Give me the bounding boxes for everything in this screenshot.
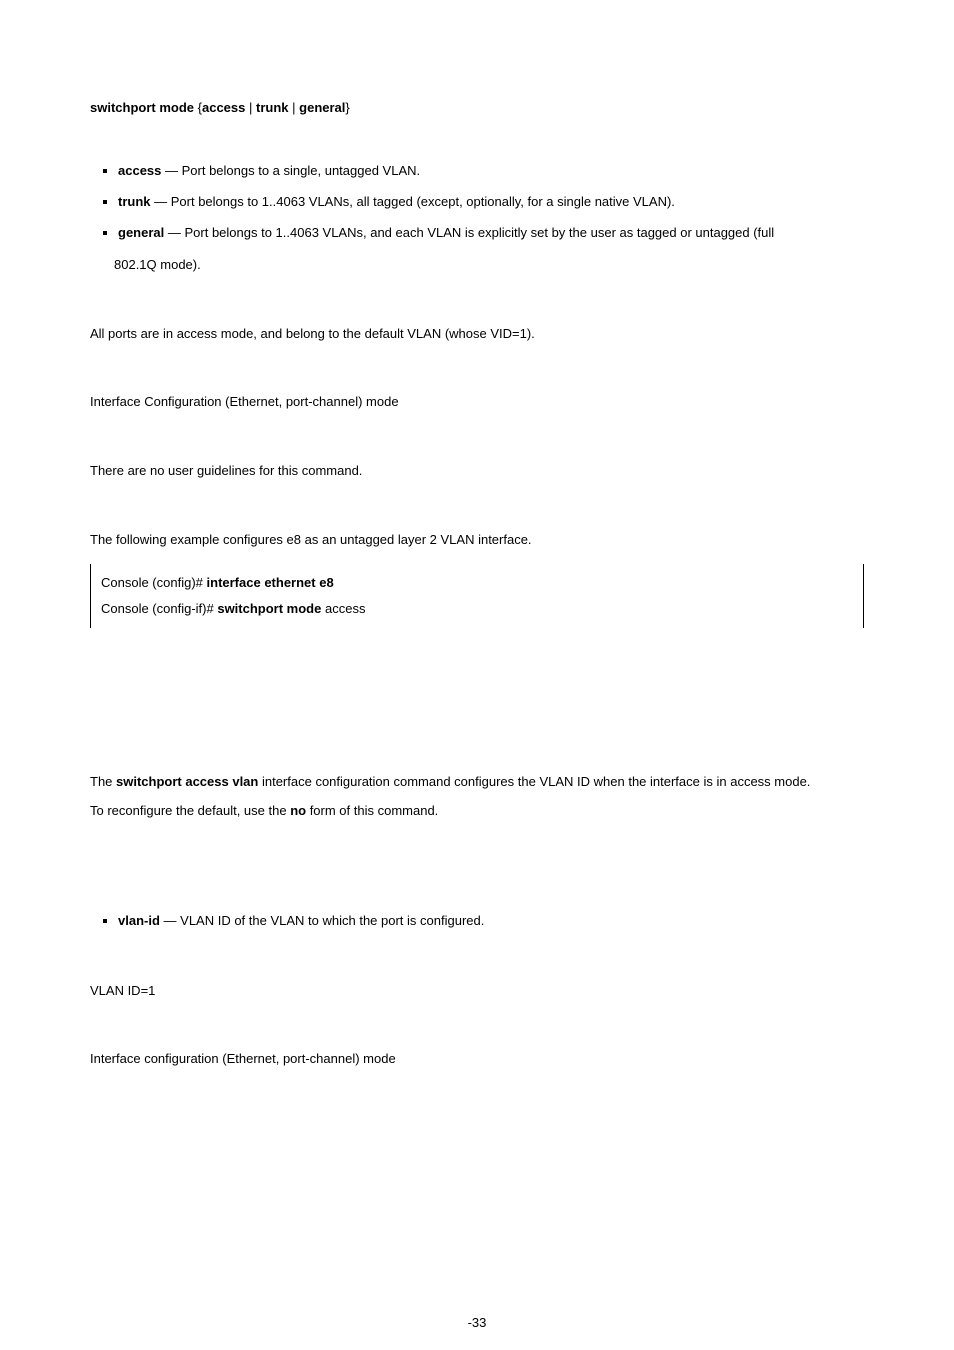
p1b: switchport access vlan	[116, 774, 258, 789]
bullet-desc: — VLAN ID of the VLAN to which the port …	[164, 913, 485, 928]
code-prompt: Console (config-if)#	[101, 601, 214, 616]
list-item: vlan-id — VLAN ID of the VLAN to which t…	[118, 905, 864, 936]
vlan-bullet-list: vlan-id — VLAN ID of the VLAN to which t…	[90, 905, 864, 936]
list-item: access — Port belongs to a single, untag…	[118, 155, 864, 186]
bullet-name: general	[118, 225, 164, 240]
bullet-name: vlan-id	[118, 913, 160, 928]
code-arg: access	[325, 601, 365, 616]
syntax-opt-access: access	[202, 100, 245, 115]
bullet-name: trunk	[118, 194, 151, 209]
section-2-paragraph: The switchport access vlan interface con…	[90, 768, 864, 825]
p1c: interface configuration command configur…	[258, 774, 810, 789]
p2c: form of this command.	[306, 803, 438, 818]
bullet-name: access	[118, 163, 161, 178]
default-config-2: VLAN ID=1	[90, 977, 864, 1006]
mode-bullet-list: access — Port belongs to a single, untag…	[90, 155, 864, 280]
syntax-opt-trunk: trunk	[256, 100, 289, 115]
code-cmd: switchport mode	[217, 601, 321, 616]
bullet-desc: — Port belongs to 1..4063 VLANs, and eac…	[168, 225, 774, 240]
code-example-1: Console (config)# interface ethernet e8 …	[90, 564, 864, 628]
syntax-pipe: |	[249, 100, 252, 115]
code-line: Console (config)# interface ethernet e8	[101, 570, 853, 596]
command-mode-2: Interface configuration (Ethernet, port-…	[90, 1045, 864, 1074]
bullet-desc: — Port belongs to 1..4063 VLANs, all tag…	[154, 194, 675, 209]
list-item: trunk — Port belongs to 1..4063 VLANs, a…	[118, 186, 864, 217]
code-cmd: interface ethernet e8	[207, 575, 334, 590]
user-guidelines-1: There are no user guidelines for this co…	[90, 457, 864, 486]
p1a: The	[90, 774, 116, 789]
command-mode-1: Interface Configuration (Ethernet, port-…	[90, 388, 864, 417]
page-number: -33	[0, 1315, 954, 1330]
syntax-pipe2: |	[292, 100, 295, 115]
syntax-opt-general: general	[299, 100, 345, 115]
syntax-cmd: switchport mode	[90, 100, 194, 115]
example-1-intro: The following example configures e8 as a…	[90, 526, 864, 555]
code-prompt: Console (config)#	[101, 575, 203, 590]
syntax-line-1: switchport mode {access | trunk | genera…	[90, 100, 864, 115]
p2a: To reconfigure the default, use the	[90, 803, 290, 818]
list-item: general — Port belongs to 1..4063 VLANs,…	[118, 217, 864, 279]
p2b: no	[290, 803, 306, 818]
bullet-cont: 802.1Q mode).	[114, 249, 864, 280]
default-config-1: All ports are in access mode, and belong…	[90, 320, 864, 349]
brace-close: }	[345, 100, 349, 115]
document-page: switchport mode {access | trunk | genera…	[0, 0, 954, 1350]
bullet-desc: — Port belongs to a single, untagged VLA…	[165, 163, 420, 178]
code-line: Console (config-if)# switchport mode acc…	[101, 596, 853, 622]
